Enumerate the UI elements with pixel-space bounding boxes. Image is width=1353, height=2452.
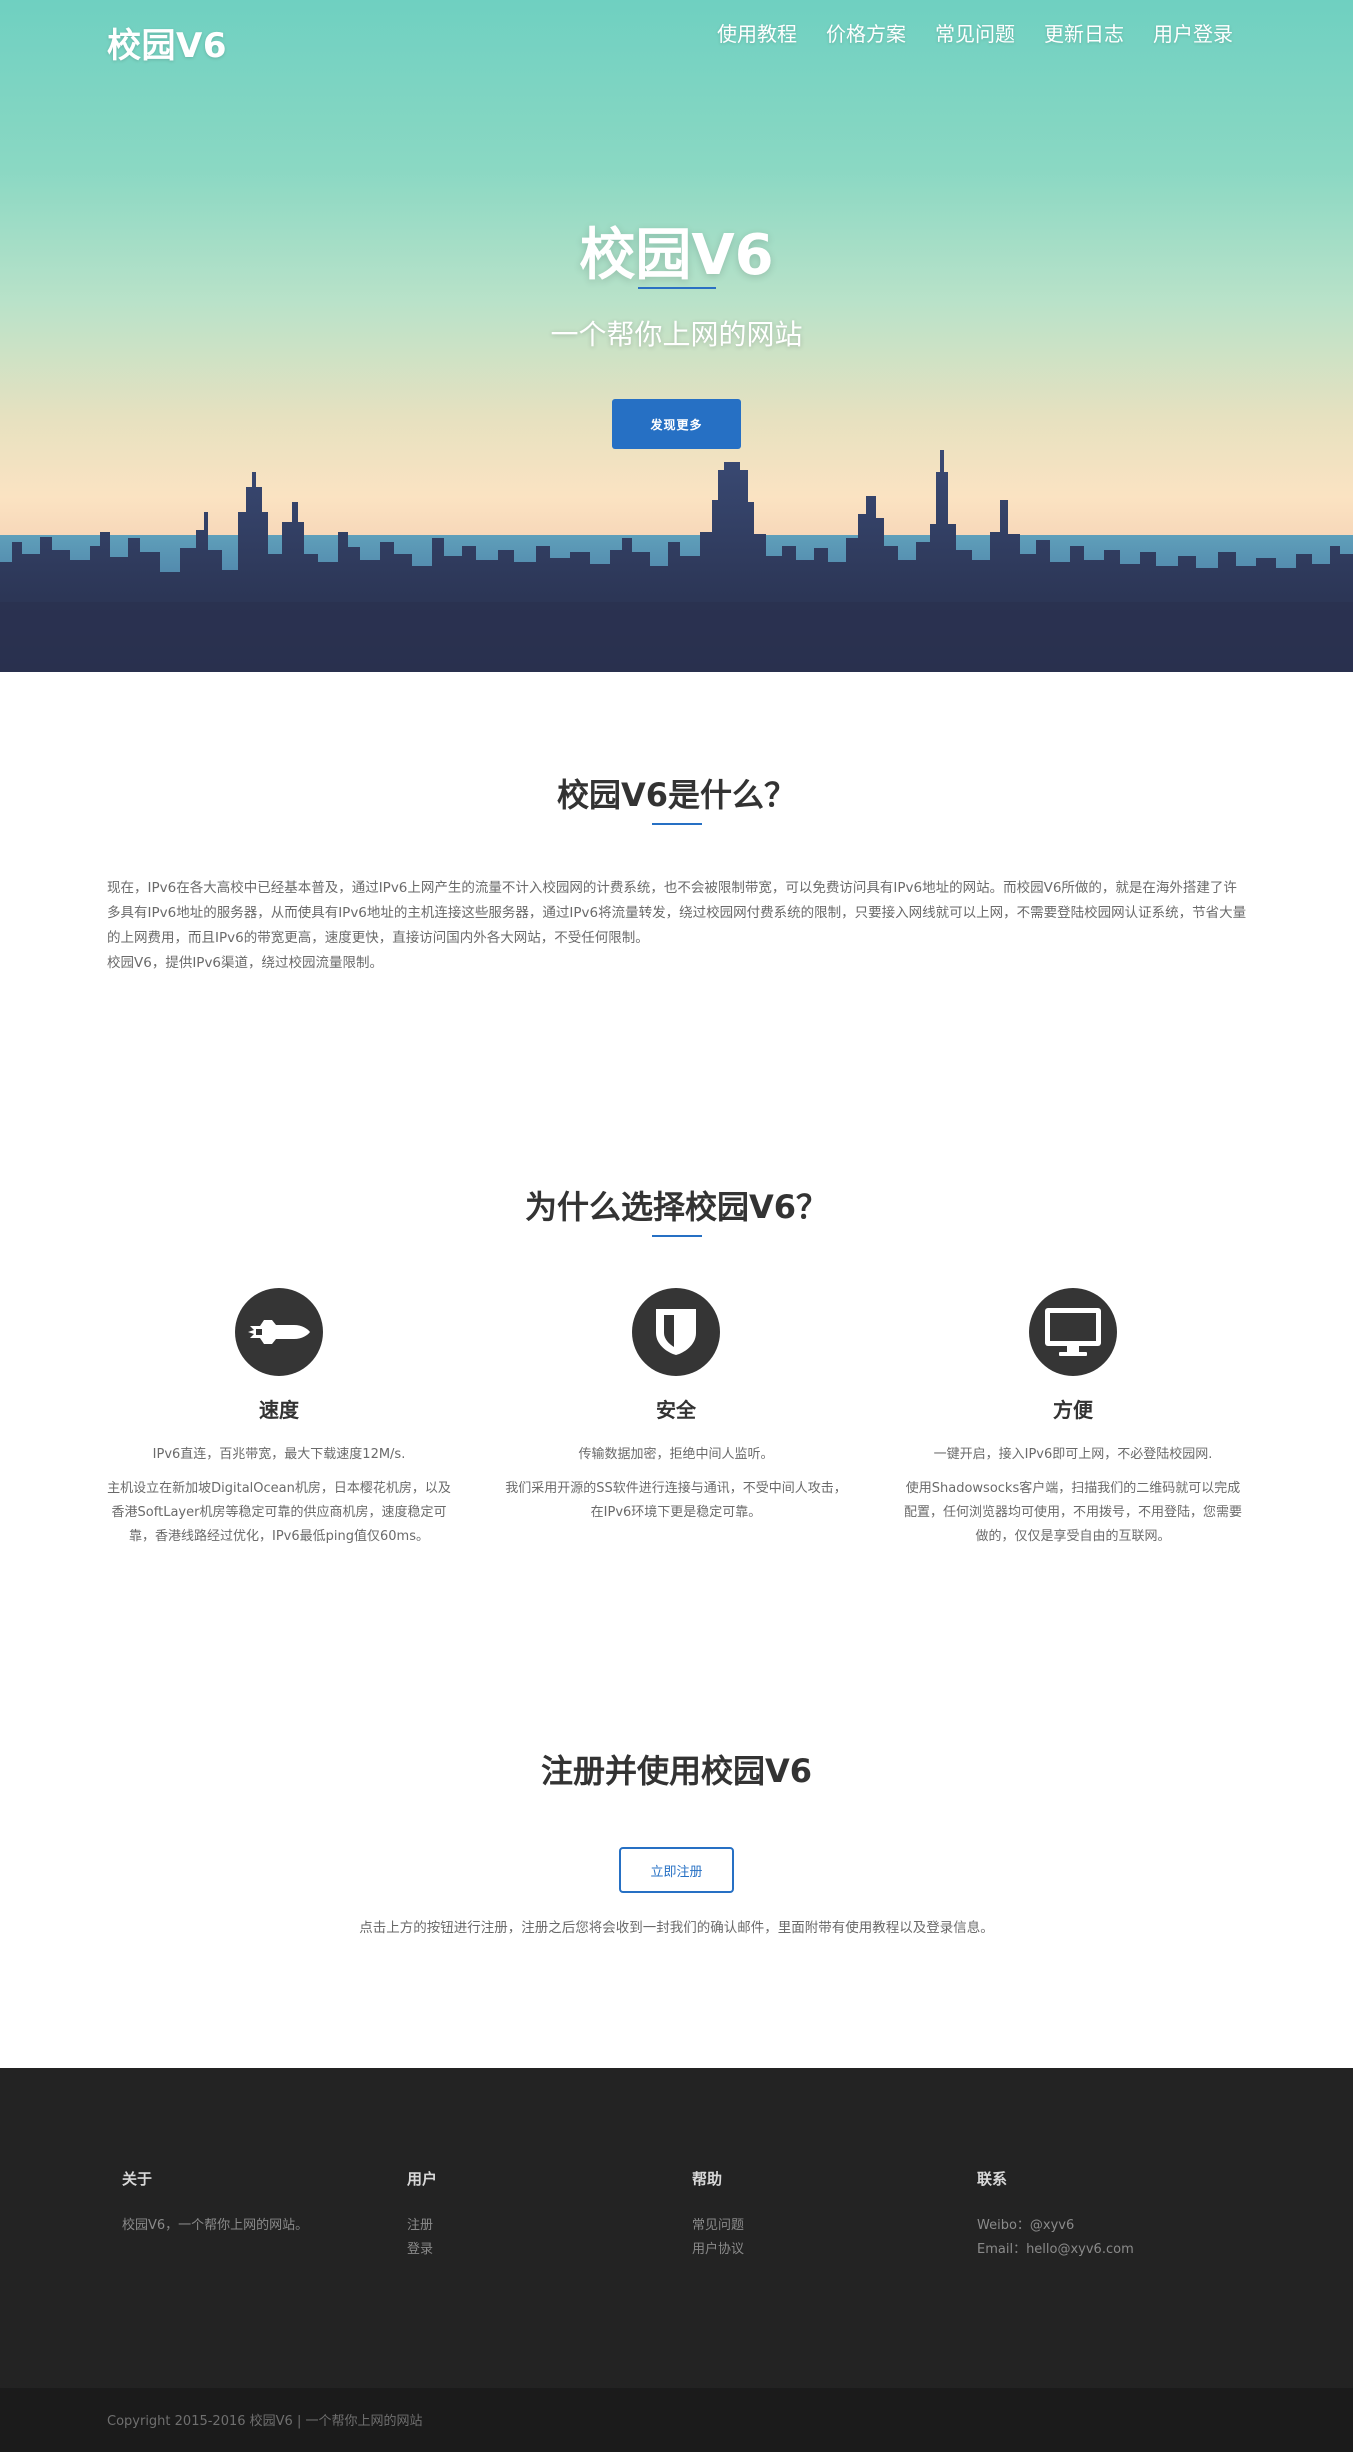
about-divider	[652, 823, 702, 825]
feature-summary: 一键开启，接入IPv6即可上网，不必登陆校园网.	[933, 1447, 1213, 1462]
footer-help: 帮助 常见问题 用户协议	[692, 2168, 744, 2262]
feature-speed: 速度 IPv6直连，百兆带宽，最大下载速度12M/s. 主机设立在新加坡Digi…	[107, 1288, 451, 1549]
hero-banner: 校园V6 使用教程 价格方案 常见问题 更新日志 用户登录 校园V6 一个帮你上…	[0, 0, 1353, 672]
footer-weibo: Weibo：@xyv6	[977, 2218, 1075, 2233]
footer-heading: 关于	[122, 2170, 153, 2188]
hero-divider	[638, 287, 716, 289]
brand-logo[interactable]: 校园V6	[107, 18, 227, 67]
nav-menu: 使用教程 价格方案 常见问题 更新日志 用户登录	[717, 18, 1233, 47]
feature-summary: IPv6直连，百兆带宽，最大下载速度12M/s.	[152, 1447, 406, 1462]
nav-link-tutorial[interactable]: 使用教程	[717, 18, 797, 47]
about-title: 校园V6是什么？	[556, 776, 797, 814]
hero-subtitle: 一个帮你上网的网站	[550, 318, 803, 351]
space-shuttle-icon	[248, 1320, 310, 1344]
register-note: 点击上方的按钮进行注册，注册之后您将会收到一封我们的确认邮件，里面附带有使用教程…	[359, 1920, 994, 1936]
footer-email: Email：hello@xyv6.com	[977, 2242, 1134, 2257]
register-now-button[interactable]: 立即注册	[619, 1847, 734, 1893]
nav-link-faq[interactable]: 常见问题	[935, 18, 1015, 47]
feature-detail: 主机设立在新加坡DigitalOcean机房，日本樱花机房，以及香港SoftLa…	[107, 1481, 451, 1544]
feature-summary: 传输数据加密，拒绝中间人监听。	[578, 1447, 774, 1462]
footer-user: 用户 注册 登录	[407, 2168, 437, 2262]
footer-link-register[interactable]: 注册	[407, 2214, 437, 2238]
feature-icon-circle	[1029, 1288, 1117, 1376]
copyright-text: Copyright 2015-2016 校园V6 | 一个帮你上网的网站	[107, 2414, 423, 2429]
feature-title: 安全	[656, 1398, 696, 1422]
footer-link-terms[interactable]: 用户协议	[692, 2238, 744, 2262]
desktop-icon	[1045, 1308, 1101, 1356]
why-divider	[652, 1235, 702, 1237]
feature-convenience: 方便 一键开启，接入IPv6即可上网，不必登陆校园网. 使用Shadowsock…	[901, 1288, 1245, 1549]
feature-title: 方便	[1053, 1398, 1093, 1422]
why-title: 为什么选择校园V6？	[524, 1188, 829, 1226]
feature-title: 速度	[259, 1398, 299, 1422]
register-title: 注册并使用校园V6	[540, 1752, 813, 1790]
navbar: 校园V6 使用教程 价格方案 常见问题 更新日志 用户登录	[0, 0, 1353, 67]
footer-about: 关于 校园V6，一个帮你上网的网站。	[122, 2168, 308, 2238]
feature-detail: 使用Shadowsocks客户端，扫描我们的二维码就可以完成配置，任何浏览器均可…	[903, 1481, 1242, 1544]
city-skyline-image	[0, 450, 1353, 672]
feature-icon-circle	[632, 1288, 720, 1376]
footer: 关于 校园V6，一个帮你上网的网站。 用户 注册 登录 帮助 常见问题 用户协议…	[0, 2068, 1353, 2388]
about-text: 现在，IPv6在各大高校中已经基本普及，通过IPv6上网产生的流量不计入校园网的…	[107, 876, 1247, 976]
nav-link-login[interactable]: 用户登录	[1153, 18, 1233, 47]
about-paragraph: 校园V6，提供IPv6渠道，绕过校园流量限制。	[107, 955, 384, 971]
footer-about-text: 校园V6，一个帮你上网的网站。	[122, 2218, 309, 2233]
hero-title: 校园V6	[579, 223, 774, 288]
footer-link-faq[interactable]: 常见问题	[692, 2214, 744, 2238]
footer-link-login[interactable]: 登录	[407, 2238, 437, 2262]
about-paragraph: 现在，IPv6在各大高校中已经基本普及，通过IPv6上网产生的流量不计入校园网的…	[107, 880, 1247, 946]
copyright-bar: Copyright 2015-2016 校园V6 | 一个帮你上网的网站	[0, 2388, 1353, 2452]
feature-icon-circle	[235, 1288, 323, 1376]
feature-detail: 我们采用开源的SS软件进行连接与通讯，不受中间人攻击，在IPv6环境下更是稳定可…	[505, 1481, 847, 1520]
feature-security: 安全 传输数据加密，拒绝中间人监听。 我们采用开源的SS软件进行连接与通讯，不受…	[504, 1288, 848, 1525]
footer-heading: 用户	[407, 2170, 438, 2188]
nav-link-changelog[interactable]: 更新日志	[1044, 18, 1124, 47]
footer-heading: 帮助	[692, 2170, 723, 2188]
footer-contact: 联系 Weibo：@xyv6 Email：hello@xyv6.com	[977, 2168, 1134, 2262]
discover-more-button[interactable]: 发现更多	[612, 399, 741, 449]
shield-icon	[656, 1309, 696, 1355]
nav-link-pricing[interactable]: 价格方案	[826, 18, 906, 47]
footer-heading: 联系	[977, 2170, 1008, 2188]
